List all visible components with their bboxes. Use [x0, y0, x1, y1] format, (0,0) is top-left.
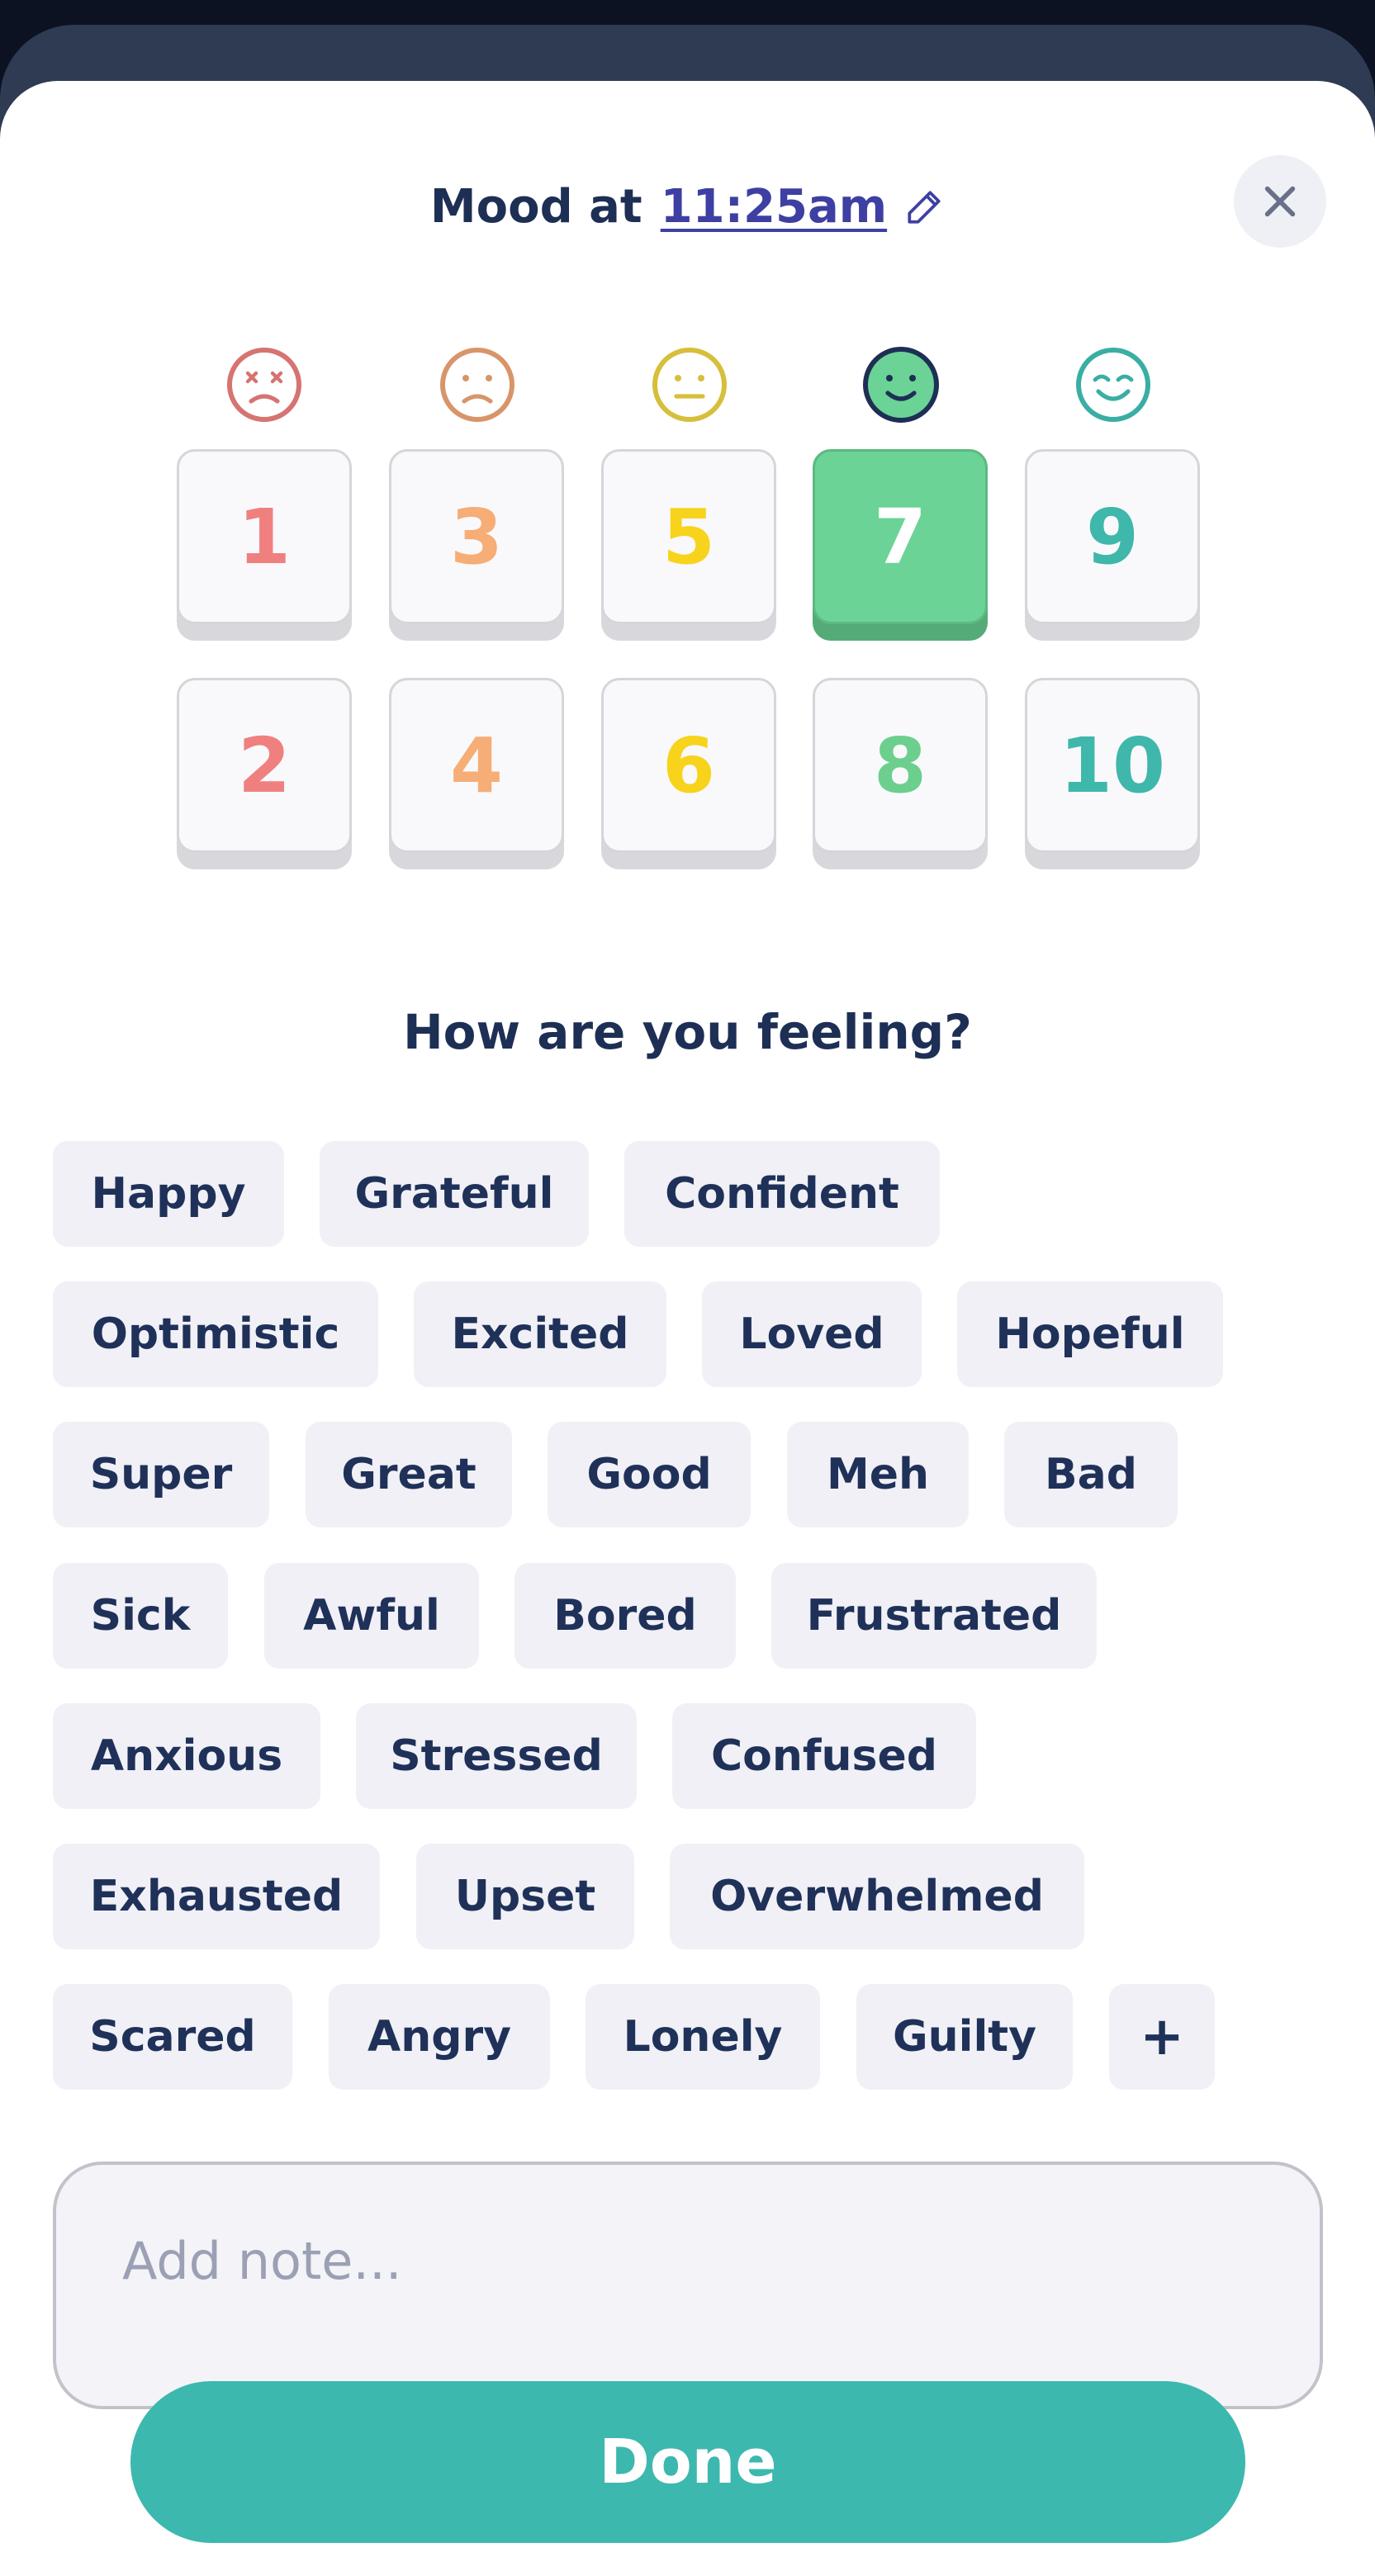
feeling-chip-stressed[interactable]: Stressed	[356, 1703, 637, 1809]
score-button-8[interactable]: 8	[813, 678, 988, 853]
score-button-2[interactable]: 2	[177, 678, 352, 853]
feeling-chip-bored[interactable]: Bored	[514, 1563, 736, 1669]
time-link[interactable]: 11:25am	[661, 180, 887, 234]
feeling-chip-bad[interactable]: Bad	[1004, 1422, 1178, 1527]
feeling-chip-optimistic[interactable]: Optimistic	[53, 1281, 378, 1387]
score-button-10[interactable]: 10	[1025, 678, 1200, 853]
feeling-chip-super[interactable]: Super	[53, 1422, 269, 1527]
feeling-chip-angry[interactable]: Angry	[329, 1984, 550, 2090]
done-button[interactable]: Done	[130, 2381, 1245, 2543]
mood-entry-sheet: Mood at 11:25am 1 3 5 7 9 2 4 6 8 10 How…	[0, 81, 1375, 2576]
face-dead-icon	[227, 348, 301, 422]
feeling-chip-hopeful[interactable]: Hopeful	[957, 1281, 1223, 1387]
score-button-4[interactable]: 4	[389, 678, 564, 853]
score-button-7[interactable]: 7	[813, 449, 988, 624]
feeling-chip-confused[interactable]: Confused	[672, 1703, 976, 1809]
score-button-9[interactable]: 9	[1025, 449, 1200, 624]
feeling-chip-frustrated[interactable]: Frustrated	[771, 1563, 1097, 1669]
feeling-chip-exhausted[interactable]: Exhausted	[53, 1844, 380, 1949]
face-smile-icon	[863, 347, 939, 423]
score-button-6[interactable]: 6	[601, 678, 776, 853]
note-placeholder: Add note...	[122, 2231, 402, 2291]
feeling-chip-awful[interactable]: Awful	[264, 1563, 479, 1669]
face-neutral-icon	[652, 348, 727, 422]
feeling-chip-sick[interactable]: Sick	[53, 1563, 228, 1669]
close-button[interactable]	[1234, 155, 1326, 248]
feeling-chip-overwhelmed[interactable]: Overwhelmed	[670, 1844, 1084, 1949]
feeling-chip-lonely[interactable]: Lonely	[586, 1984, 820, 2090]
feelings-question: How are you feeling?	[403, 1004, 972, 1060]
score-button-1[interactable]: 1	[177, 449, 352, 624]
feeling-chip-good[interactable]: Good	[548, 1422, 751, 1527]
feeling-chip-meh[interactable]: Meh	[787, 1422, 969, 1527]
add-feeling-button[interactable]: +	[1109, 1984, 1215, 2090]
feeling-chip-grateful[interactable]: Grateful	[320, 1141, 589, 1247]
face-happy-icon	[1076, 348, 1150, 422]
feeling-chip-confident[interactable]: Confident	[624, 1141, 940, 1247]
feeling-chip-scared[interactable]: Scared	[53, 1984, 292, 2090]
feeling-chip-happy[interactable]: Happy	[53, 1141, 284, 1247]
feeling-chip-excited[interactable]: Excited	[414, 1281, 666, 1387]
feeling-chip-guilty[interactable]: Guilty	[856, 1984, 1073, 2090]
feeling-chip-great[interactable]: Great	[306, 1422, 512, 1527]
face-sad-icon	[440, 348, 514, 422]
pencil-icon[interactable]	[903, 187, 945, 228]
close-icon	[1264, 186, 1296, 217]
title-prefix: Mood at	[429, 180, 642, 234]
feeling-chip-loved[interactable]: Loved	[702, 1281, 922, 1387]
note-field[interactable]: Add note...	[53, 2162, 1323, 2409]
page-title: Mood at 11:25am	[0, 180, 1375, 234]
feeling-chip-anxious[interactable]: Anxious	[53, 1703, 320, 1809]
feeling-chip-upset[interactable]: Upset	[416, 1844, 634, 1949]
score-button-3[interactable]: 3	[389, 449, 564, 624]
score-button-5[interactable]: 5	[601, 449, 776, 624]
